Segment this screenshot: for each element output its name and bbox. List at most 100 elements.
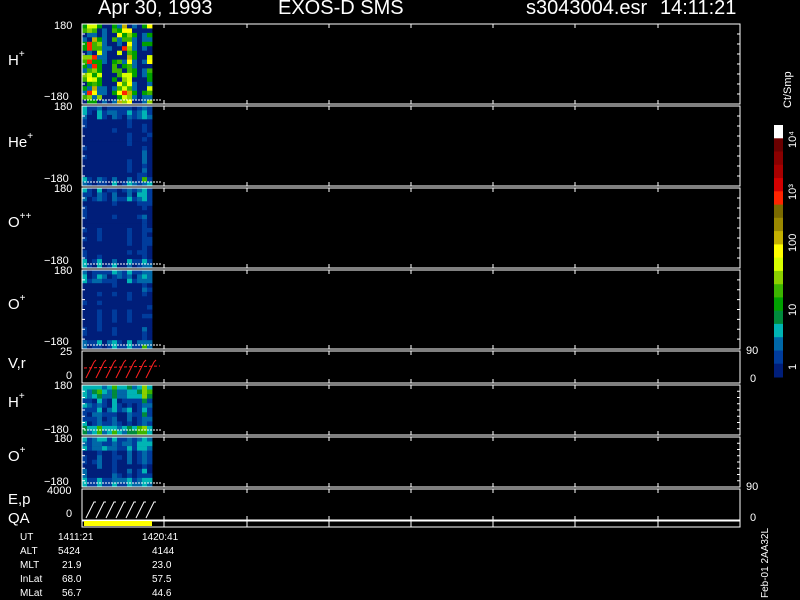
spectrogram-cell: [102, 90, 108, 96]
spectrogram-cell: [122, 177, 128, 182]
spectrogram-cell: [112, 446, 118, 451]
spectrogram-cell: [92, 86, 98, 91]
spectrogram-cell: [137, 309, 143, 315]
spectrogram-cell: [117, 455, 123, 461]
spectrogram-cell: [117, 331, 123, 337]
spectrogram-cell: [137, 283, 143, 288]
spectrogram-cell: [142, 398, 148, 404]
spectrogram-plot: [81, 23, 783, 528]
spectrogram-cell: [122, 412, 128, 418]
spectrogram-cell: [147, 331, 153, 337]
spectrogram-cell: [92, 296, 98, 302]
spectrogram-cell: [122, 41, 128, 47]
spectrogram-cell: [142, 90, 148, 96]
velocity-trace: [85, 359, 97, 379]
spectrogram-cell: [92, 259, 98, 264]
spectrogram-cell: [97, 416, 103, 422]
spectrogram-cell: [92, 340, 98, 345]
spectrogram-cell: [122, 146, 128, 151]
spectrogram-cell: [112, 168, 118, 173]
spectrogram-cell: [102, 389, 108, 395]
colorbar-swatch: [774, 270, 783, 285]
spectrogram-cell: [112, 95, 118, 100]
spectrogram-cell: [87, 64, 93, 69]
spectrogram-cell: [102, 459, 108, 465]
footer-inlat-end: 57.5: [152, 574, 172, 585]
spectrogram-cell: [142, 154, 148, 160]
spectrogram-cell: [102, 223, 108, 229]
spectrogram-cell: [137, 192, 143, 198]
spectrogram-cell: [142, 441, 148, 447]
spectrogram-cell: [127, 389, 133, 395]
spectrogram-cell: [107, 331, 113, 337]
spectrogram-cell: [142, 394, 148, 399]
spectrogram-cell: [142, 150, 148, 156]
spectrogram-cell: [147, 214, 153, 220]
spectrogram-cell: [117, 446, 123, 451]
footer-id-text: Feb-01 2AA32L: [760, 527, 771, 598]
spectrogram-cell: [137, 278, 143, 284]
spectrogram-cell: [122, 90, 128, 96]
spectrogram-cell: [127, 385, 133, 390]
spectrogram-cell: [147, 459, 153, 465]
spectrogram-cell: [137, 90, 143, 96]
spectrogram-cell: [127, 196, 133, 202]
spectrogram-cell: [97, 455, 103, 461]
spectrogram-cell: [142, 141, 148, 147]
spectrogram-cell: [122, 385, 128, 390]
spectrogram-cell: [132, 335, 138, 341]
spectrogram-cell: [127, 214, 133, 220]
colorbar-tick-1e4: 10⁴: [787, 131, 799, 148]
spectrogram-cell: [122, 335, 128, 341]
spectrogram-cell: [132, 146, 138, 151]
spectrogram-cell: [122, 68, 128, 74]
spectrogram-cell: [117, 205, 123, 211]
spectrogram-cell: [102, 407, 108, 413]
spectrogram-cell: [137, 159, 143, 165]
spectrogram-cell: [127, 24, 133, 29]
spectrogram-cell: [132, 309, 138, 315]
spectrogram-cell: [97, 64, 103, 69]
spectrogram-cell: [137, 437, 143, 442]
spectrogram-cell: [102, 412, 108, 418]
spectrogram-cell: [122, 119, 128, 125]
spectrogram-cell: [132, 446, 138, 451]
spectrogram-cell: [127, 245, 133, 251]
spectrogram-cell: [107, 464, 113, 470]
spectrogram-cell: [87, 250, 93, 255]
spectrogram-cell: [137, 77, 143, 83]
spectrogram-cell: [102, 128, 108, 133]
spectrogram-cell: [132, 394, 138, 399]
spectrogram-cell: [137, 335, 143, 341]
spectrogram-cell: [92, 163, 98, 169]
spectrogram-cell: [107, 250, 113, 255]
spectrogram-cell: [107, 201, 113, 207]
spectrogram-cell: [127, 313, 133, 319]
spectrogram-cell: [92, 201, 98, 207]
spectrogram-cell: [92, 236, 98, 242]
spectrogram-cell: [117, 283, 123, 288]
spectrogram-cell: [107, 270, 113, 275]
spectrogram-cell: [127, 123, 133, 129]
spectrogram-cell: [107, 141, 113, 147]
spectrogram-cell: [107, 95, 113, 100]
spectrogram-cell: [112, 172, 118, 178]
spectrogram-cell: [112, 210, 118, 215]
spectrogram-cell: [112, 394, 118, 399]
spectrogram-cell: [92, 154, 98, 160]
spectrogram-cell: [102, 250, 108, 255]
spectrogram-cell: [142, 309, 148, 315]
spectrogram-cell: [112, 278, 118, 284]
spectrogram-cell: [82, 150, 88, 156]
spectrogram-cell: [132, 236, 138, 242]
spectrogram-cell: [122, 159, 128, 165]
colorbar-swatch: [774, 284, 783, 298]
spectrogram-cell: [127, 146, 133, 151]
colorbar-swatch: [774, 164, 783, 179]
spectrogram-cell: [127, 250, 133, 255]
spectrogram-cell: [142, 446, 148, 451]
spectrogram-cell: [97, 437, 103, 442]
spectrogram-cell: [127, 172, 133, 178]
footer-alt-label: ALT: [20, 546, 38, 557]
spectrogram-cell: [117, 403, 123, 409]
